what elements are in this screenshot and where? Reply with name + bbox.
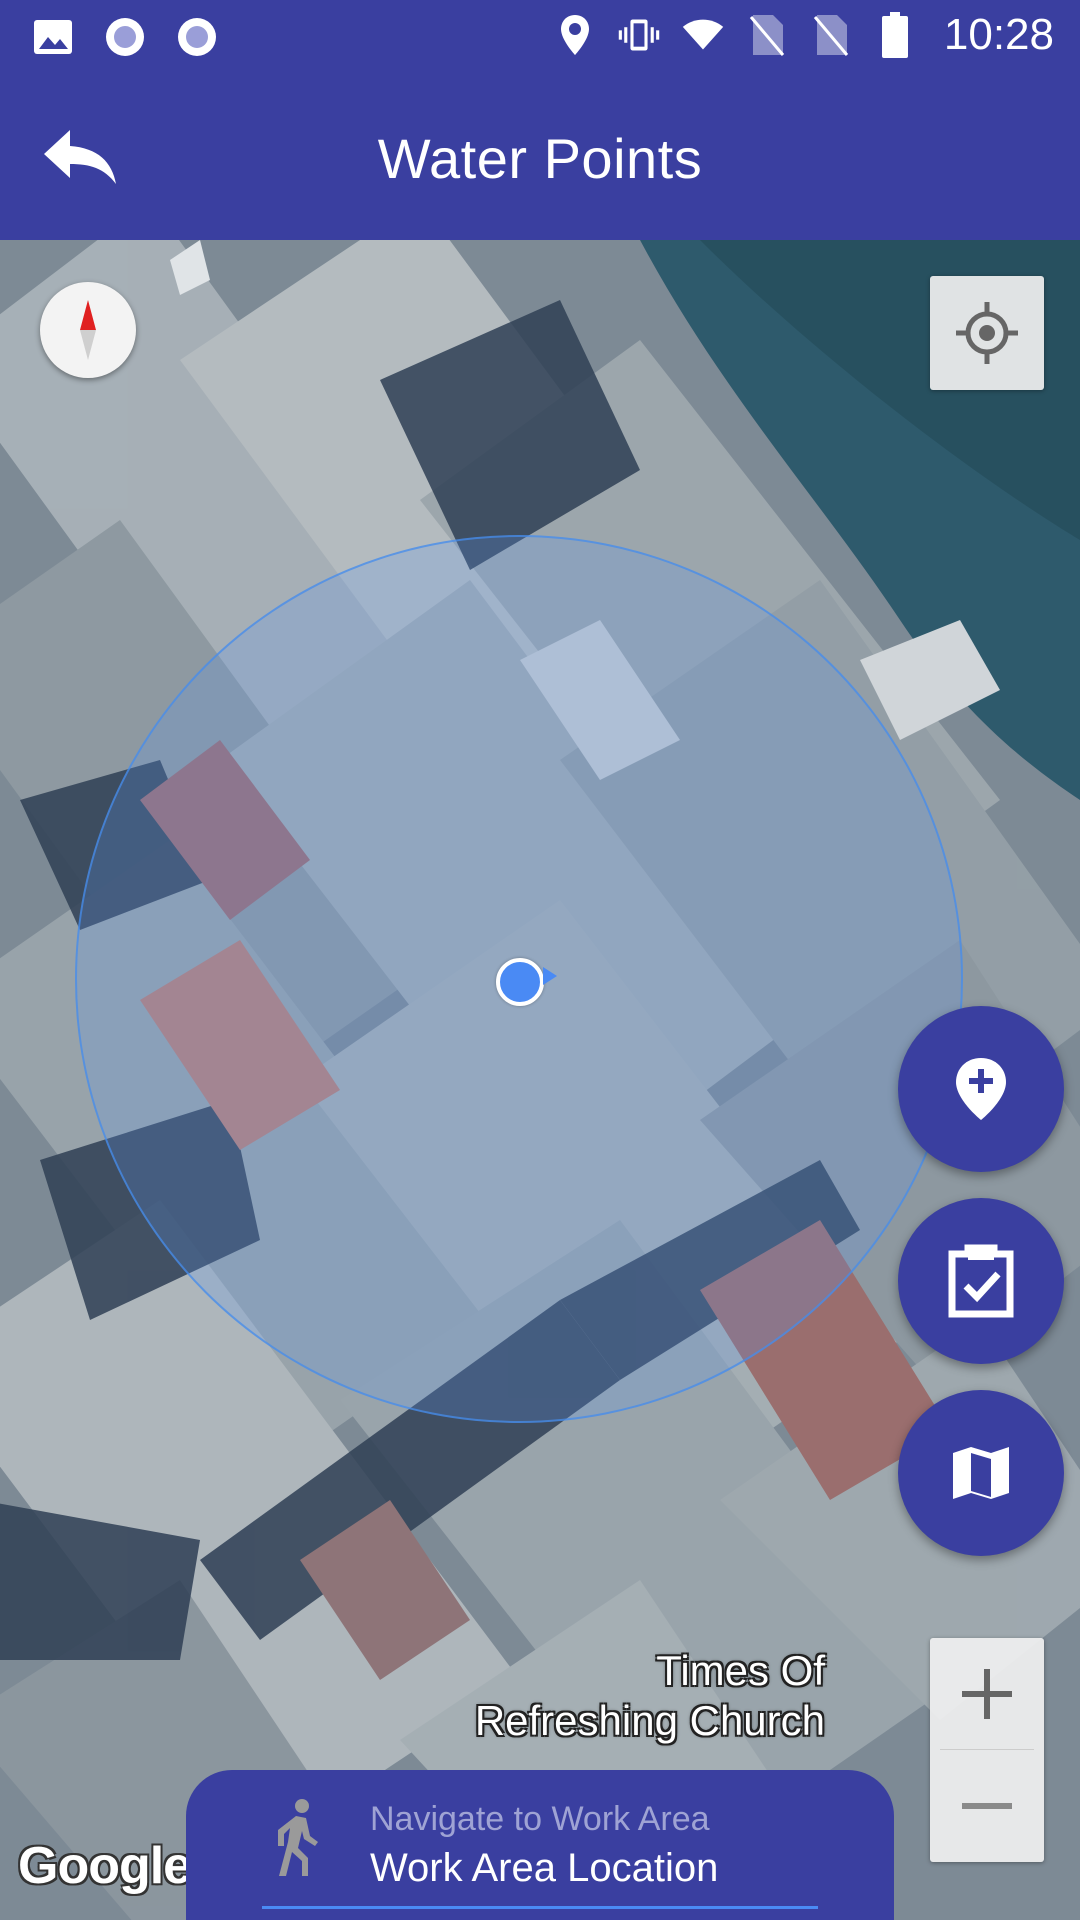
compass-icon [80, 300, 96, 360]
zoom-out-button[interactable] [930, 1750, 1044, 1862]
map-layers-button[interactable] [898, 1390, 1064, 1556]
page-title: Water Points [377, 127, 703, 190]
map-icon [953, 1447, 1009, 1499]
work-area-field[interactable]: Work Area Location [370, 1846, 718, 1891]
checklist-button[interactable] [898, 1198, 1064, 1364]
crosshair-icon [956, 302, 1018, 364]
clock: 10:28 [943, 10, 1054, 59]
app-bar: Water Points [0, 72, 1080, 240]
no-sim-icon [746, 14, 788, 56]
minus-icon [962, 1803, 1012, 1809]
vibrate-icon [618, 14, 660, 56]
wifi-icon [682, 14, 724, 56]
image-icon [32, 16, 74, 58]
location-pin-icon [554, 14, 596, 56]
compass-button[interactable] [40, 282, 136, 378]
add-location-button[interactable] [898, 1006, 1064, 1172]
poi-label[interactable]: Times Of Refreshing Church [440, 1646, 825, 1746]
status-bar: 10:28 [0, 0, 1080, 72]
record-icon [104, 16, 146, 58]
record-icon [176, 16, 218, 58]
add-location-icon [956, 1058, 1006, 1120]
no-sim-icon [810, 14, 852, 56]
field-underline [262, 1906, 818, 1909]
map-view[interactable]: Times Of Refreshing Church Google Naviga… [0, 240, 1080, 1920]
heading-arrow-icon [543, 967, 557, 985]
navigate-hint: Navigate to Work Area [370, 1800, 710, 1838]
battery-icon [874, 12, 916, 58]
zoom-controls [930, 1638, 1044, 1862]
clipboard-check-icon [948, 1244, 1014, 1318]
google-logo: Google [18, 1837, 192, 1895]
walking-person-icon [278, 1799, 318, 1876]
zoom-in-button[interactable] [930, 1638, 1044, 1750]
navigate-panel[interactable]: Navigate to Work Area Work Area Location [186, 1770, 894, 1920]
my-location-button[interactable] [930, 276, 1044, 390]
current-location-dot [496, 958, 544, 1006]
plus-icon [962, 1669, 1012, 1719]
